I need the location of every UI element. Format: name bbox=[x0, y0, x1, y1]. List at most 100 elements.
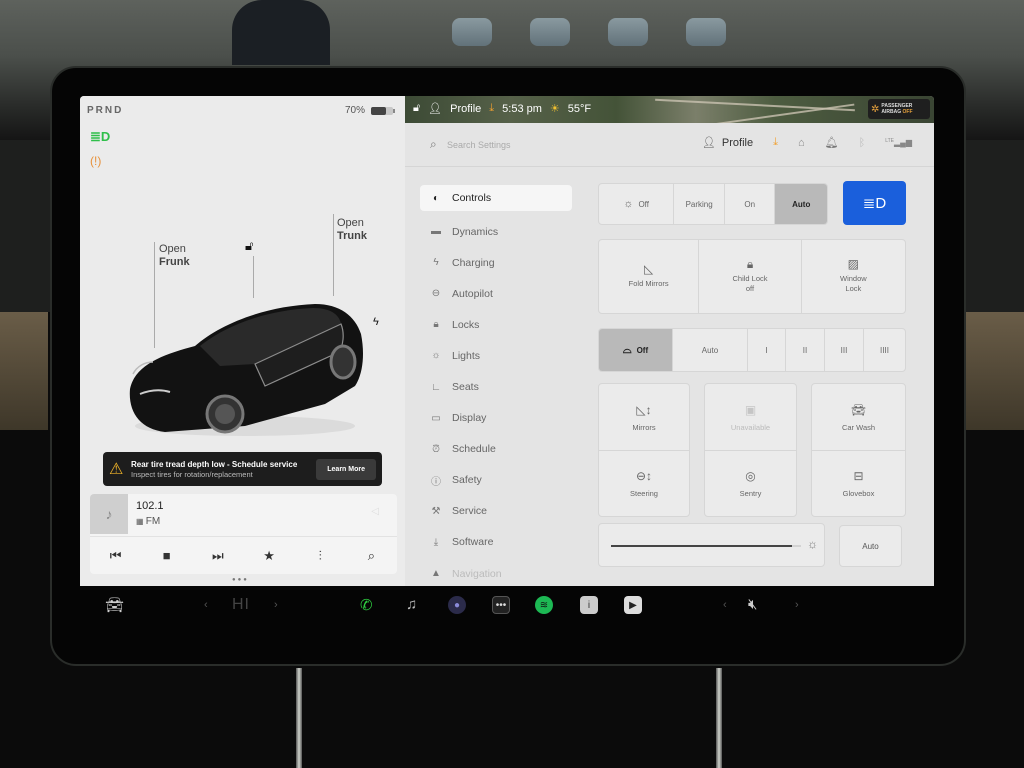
phone-icon[interactable]: ✆ bbox=[360, 596, 373, 614]
media-source-icon[interactable]: ◁ bbox=[371, 506, 379, 517]
headlight-indicator-icon: ≣D bbox=[90, 129, 111, 144]
profile-icon: 👤︎ bbox=[428, 103, 443, 115]
fold-mirrors-button[interactable]: ◺ Fold Mirrors bbox=[599, 240, 700, 313]
music-icon[interactable]: ♫ bbox=[406, 596, 417, 613]
display-brightness-slider[interactable]: ☼ bbox=[598, 523, 825, 567]
sidebar-item-controls[interactable]: ◐ Controls bbox=[420, 185, 572, 211]
lights-auto-button[interactable]: Auto bbox=[775, 184, 827, 224]
car-icon[interactable]: 🚘︎ bbox=[105, 596, 124, 614]
sidebar-item-dynamics[interactable]: ▬ Dynamics bbox=[420, 216, 572, 247]
climate-temperature[interactable]: HI bbox=[232, 596, 250, 614]
sentry-label: Sentry bbox=[739, 489, 762, 498]
profile-button[interactable]: 👤︎ Profile bbox=[701, 136, 753, 150]
wood-trim bbox=[0, 312, 48, 430]
open-frunk-button[interactable]: Open Frunk bbox=[159, 243, 190, 269]
wiper-option-label: I bbox=[765, 345, 768, 355]
alarm-clock-icon: ⏰︎ bbox=[432, 443, 440, 455]
brightness-track[interactable] bbox=[611, 545, 801, 547]
wiper-ii-button[interactable]: II bbox=[786, 329, 825, 371]
profile-icon: 👤︎ bbox=[701, 137, 716, 149]
lights-parking-button[interactable]: Parking bbox=[674, 184, 725, 224]
next-track-icon[interactable]: ⏭︎ bbox=[203, 548, 233, 564]
lock-status-icon[interactable]: 🔓︎ bbox=[413, 102, 420, 115]
radio-icon: ▦ bbox=[136, 517, 146, 526]
dashboard-side bbox=[0, 140, 50, 312]
notification-bell-icon[interactable]: 🔔︎ bbox=[825, 136, 839, 149]
sentry-icon: ◎ bbox=[745, 469, 756, 483]
sidebar-item-charging[interactable]: ϟ Charging bbox=[420, 247, 572, 278]
map-strip[interactable]: 🔓︎ 👤︎ Profile ⤓ 5:53 pm ☀ 55°F ✲ PASSENG… bbox=[405, 96, 934, 127]
learn-more-button[interactable]: Learn More bbox=[316, 458, 376, 480]
sidebar-item-locks[interactable]: 🔒︎ Locks bbox=[420, 309, 572, 340]
outside-temperature: 55°F bbox=[567, 102, 592, 115]
sidebar-item-lights[interactable]: ☼ Lights bbox=[420, 340, 572, 371]
wiper-auto-button[interactable]: Auto bbox=[673, 329, 748, 371]
child-lock-button[interactable]: 🔒︎ Child Lock off bbox=[699, 240, 802, 313]
child-lock-label: Child Lock bbox=[732, 274, 768, 283]
tire-alert-banner: ⚠ Rear tire tread depth low - Schedule s… bbox=[103, 452, 382, 486]
sidebar-item-navigation[interactable]: ▲ Navigation bbox=[420, 558, 572, 586]
download-update-icon[interactable]: ⤓ bbox=[773, 136, 778, 149]
seat-icon: ∟ bbox=[431, 381, 441, 393]
steering-adjust-button[interactable]: ⊖↕ Steering bbox=[599, 450, 689, 516]
unlocked-lock-icon[interactable]: 🔓︎ bbox=[245, 238, 253, 254]
window-lock-button[interactable]: ▨ Window Lock bbox=[802, 240, 905, 313]
page-indicator-dots: ●●● bbox=[232, 577, 249, 583]
mirrors-adjust-button[interactable]: ◺↕ Mirrors bbox=[599, 384, 689, 450]
software-update-icon[interactable]: ⤓ bbox=[489, 102, 494, 115]
sidebar-item-software[interactable]: ⤓ Software bbox=[420, 527, 572, 558]
theater-icon[interactable]: ▶ bbox=[624, 596, 642, 614]
airbag-line2: AIRBAG bbox=[881, 109, 902, 115]
camera-icon[interactable]: ● bbox=[448, 596, 466, 614]
charge-port-icon[interactable]: ϟ bbox=[373, 316, 379, 328]
stop-icon[interactable]: ■ bbox=[152, 548, 182, 563]
alert-title: Rear tire tread depth low - Schedule ser… bbox=[131, 459, 298, 469]
wiper-iiii-button[interactable]: IIII bbox=[864, 329, 905, 371]
spotify-icon[interactable]: ≋ bbox=[535, 596, 553, 614]
headlight-high-beam-button[interactable]: ≣D bbox=[843, 181, 906, 225]
volume-increase-chevron-icon[interactable]: › bbox=[795, 599, 799, 611]
lights-off-button[interactable]: ☼ Off bbox=[599, 184, 675, 224]
more-apps-icon[interactable]: ••• bbox=[492, 596, 510, 614]
sidebar-item-schedule[interactable]: ⏰︎ Schedule bbox=[420, 434, 572, 465]
dashboard-side bbox=[966, 140, 1024, 312]
open-trunk-button[interactable]: Open Trunk bbox=[337, 217, 367, 243]
sidebar-item-safety[interactable]: ⓘ Safety bbox=[420, 465, 572, 496]
manual-icon[interactable]: i bbox=[580, 596, 598, 614]
homelink-garage-icon[interactable]: ⌂ bbox=[798, 137, 805, 149]
battery-icon bbox=[371, 106, 395, 115]
volume-muted-icon[interactable]: 🔇︎ bbox=[748, 596, 757, 613]
sidebar-item-label: Locks bbox=[452, 318, 480, 331]
steering-wheel-adjust-icon: ⊖↕ bbox=[635, 469, 653, 483]
lock-tiles: ◺ Fold Mirrors 🔒︎ Child Lock off ▨ Window… bbox=[598, 239, 906, 314]
volume-decrease-chevron-icon[interactable]: ‹ bbox=[723, 599, 727, 611]
wiper-iii-button[interactable]: III bbox=[825, 329, 864, 371]
bluetooth-icon[interactable]: ᛒ bbox=[859, 137, 866, 149]
temp-decrease-chevron-icon[interactable]: ‹ bbox=[204, 599, 208, 611]
media-search-icon[interactable]: ⌕ bbox=[356, 548, 386, 564]
temp-increase-chevron-icon[interactable]: › bbox=[274, 599, 278, 611]
wiper-option-label: IIII bbox=[880, 345, 889, 355]
safety-icon: ⓘ bbox=[431, 476, 441, 488]
previous-track-icon[interactable]: ⏮︎ bbox=[101, 548, 131, 564]
map-profile-label[interactable]: Profile bbox=[450, 103, 481, 115]
sidebar-item-display[interactable]: ▭ Display bbox=[420, 403, 572, 434]
brightness-auto-button[interactable]: Auto bbox=[839, 525, 902, 567]
search-settings-input[interactable] bbox=[447, 136, 597, 154]
favorite-star-icon[interactable]: ★ bbox=[254, 548, 284, 564]
glovebox-button[interactable]: ⊟ Glovebox bbox=[812, 450, 905, 516]
topbar-actions: 👤︎ Profile ⤓ ⌂ 🔔︎ ᛒ LTE▂▄▆ bbox=[702, 136, 912, 149]
battery-status: 70% bbox=[345, 105, 395, 116]
settings-nav: ◐ Controls ▬ Dynamics ϟ Charging ⊖ Autopilot 🔒︎ L… bbox=[420, 185, 572, 586]
mirror-icon: ◺ bbox=[644, 262, 654, 276]
wiper-off-button[interactable]: ⌓ Off bbox=[599, 329, 673, 371]
sidebar-item-service[interactable]: ⚒ Service bbox=[420, 496, 572, 527]
wiper-i-button[interactable]: I bbox=[748, 329, 786, 371]
lights-option-label: Auto bbox=[792, 199, 811, 209]
equalizer-icon[interactable]: ⫶ bbox=[305, 548, 335, 564]
sidebar-item-autopilot[interactable]: ⊖ Autopilot bbox=[420, 278, 572, 309]
sidebar-item-seats[interactable]: ∟ Seats bbox=[420, 371, 572, 402]
sentry-button[interactable]: ◎ Sentry bbox=[705, 450, 796, 516]
lights-on-button[interactable]: On bbox=[725, 184, 776, 224]
car-wash-button[interactable]: 🚘︎ Car Wash bbox=[812, 384, 905, 450]
